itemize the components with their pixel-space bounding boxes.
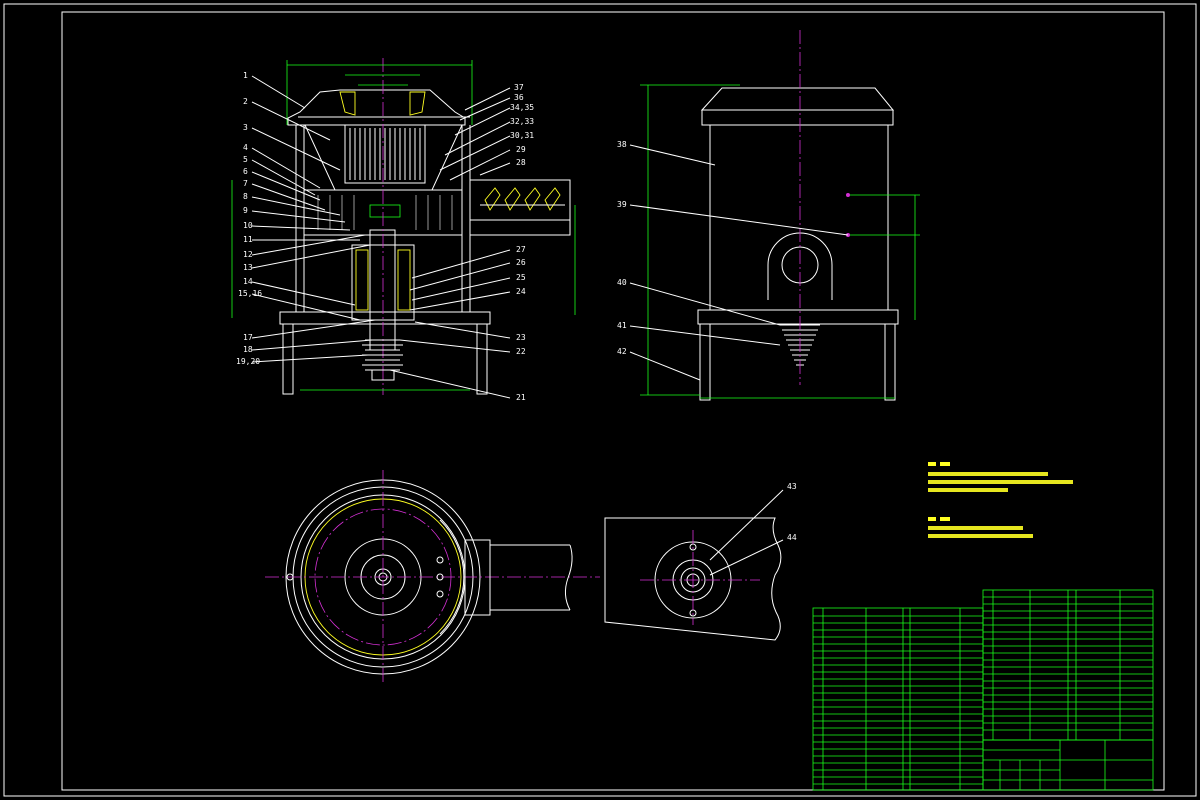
part-number-label: 36 [514, 93, 524, 102]
part-number-label: 21 [516, 393, 526, 402]
part-number-label: 22 [516, 347, 526, 356]
part-number-label: 44 [787, 533, 797, 542]
part-number-label: 6 [243, 167, 248, 176]
part-number-label: 19,20 [236, 357, 260, 366]
part-number-label: 41 [617, 321, 627, 330]
part-number-label: 39 [617, 200, 627, 209]
outer-frame [3, 3, 1197, 797]
part-number-label: 17 [243, 333, 253, 342]
part-number-label: 9 [243, 206, 248, 215]
part-number-label: 4 [243, 143, 248, 152]
part-number-label: 30,31 [510, 131, 534, 140]
part-number-label: 15,16 [238, 289, 262, 298]
part-number-label: 5 [243, 155, 248, 164]
cad-drawing-canvas: 123456789101112131415,16171819,20373634,… [3, 3, 1197, 797]
technical-notes [928, 462, 1073, 538]
part-number-label: 3 [243, 123, 248, 132]
part-number-label: 38 [617, 140, 627, 149]
part-number-label: 34,35 [510, 103, 534, 112]
part-number-label: 2 [243, 97, 248, 106]
part-number-label: 43 [787, 482, 797, 491]
part-number-label: 7 [243, 179, 248, 188]
part-number-label: 37 [514, 83, 524, 92]
part-number-label: 1 [243, 71, 248, 80]
parts-list-table [812, 589, 1154, 791]
part-number-label: 32,33 [510, 117, 534, 126]
part-number-label: 40 [617, 278, 627, 287]
part-number-label: 42 [617, 347, 627, 356]
part-number-label: 10 [243, 221, 253, 230]
top-plan-view [265, 470, 600, 685]
part-number-label: 27 [516, 245, 526, 254]
detail-view-a [604, 489, 784, 641]
part-number-label: 14 [243, 277, 253, 286]
inner-frame [61, 11, 1165, 791]
part-number-label: 8 [243, 192, 248, 201]
part-number-label: 28 [516, 158, 526, 167]
part-number-label: 13 [243, 263, 253, 272]
part-number-label: 11 [243, 235, 253, 244]
side-elevation-view [629, 30, 920, 401]
part-number-label: 25 [516, 273, 526, 282]
part-number-label: 24 [516, 287, 526, 296]
part-number-label: 12 [243, 250, 253, 259]
part-number-label: 29 [516, 145, 526, 154]
part-number-label: 23 [516, 333, 526, 342]
part-number-label: 26 [516, 258, 526, 267]
part-number-label: 18 [243, 345, 253, 354]
